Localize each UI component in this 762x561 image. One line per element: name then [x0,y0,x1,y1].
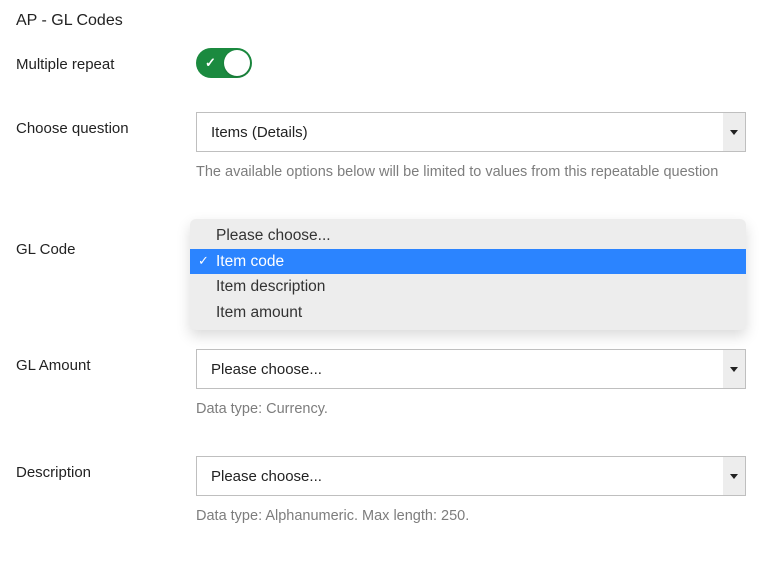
chevron-down-icon [730,474,738,479]
gl-code-label: GL Code [16,219,196,258]
gl-code-option-item-code[interactable]: Item code [190,249,746,275]
choose-question-select[interactable]: Items (Details) [196,112,746,152]
choose-question-label: Choose question [16,112,196,137]
multiple-repeat-toggle[interactable]: ✓ [196,48,252,78]
description-helper: Data type: Alphanumeric. Max length: 250… [196,506,746,527]
gl-code-option-item-description[interactable]: Item description [190,274,746,300]
gl-amount-helper: Data type: Currency. [196,399,746,420]
choose-question-helper: The available options below will be limi… [196,162,746,183]
gl-amount-select[interactable]: Please choose... [196,349,746,389]
gl-code-option-placeholder[interactable]: Please choose... [190,223,746,249]
multiple-repeat-label: Multiple repeat [16,48,196,73]
check-icon: ✓ [205,55,216,71]
chevron-down-icon [730,130,738,135]
dropdown-arrow-box [723,457,745,495]
description-value: Please choose... [211,468,322,485]
choose-question-value: Items (Details) [211,124,308,141]
gl-code-dropdown[interactable]: Please choose... Item code Item descript… [190,219,746,330]
gl-code-option-item-amount[interactable]: Item amount [190,300,746,326]
page-title: AP - GL Codes [16,12,746,30]
dropdown-arrow-box [723,113,745,151]
dropdown-arrow-box [723,350,745,388]
description-select[interactable]: Please choose... [196,456,746,496]
description-label: Description [16,456,196,481]
gl-amount-value: Please choose... [211,361,322,378]
toggle-knob [224,50,250,76]
chevron-down-icon [730,367,738,372]
gl-amount-label: GL Amount [16,349,196,374]
